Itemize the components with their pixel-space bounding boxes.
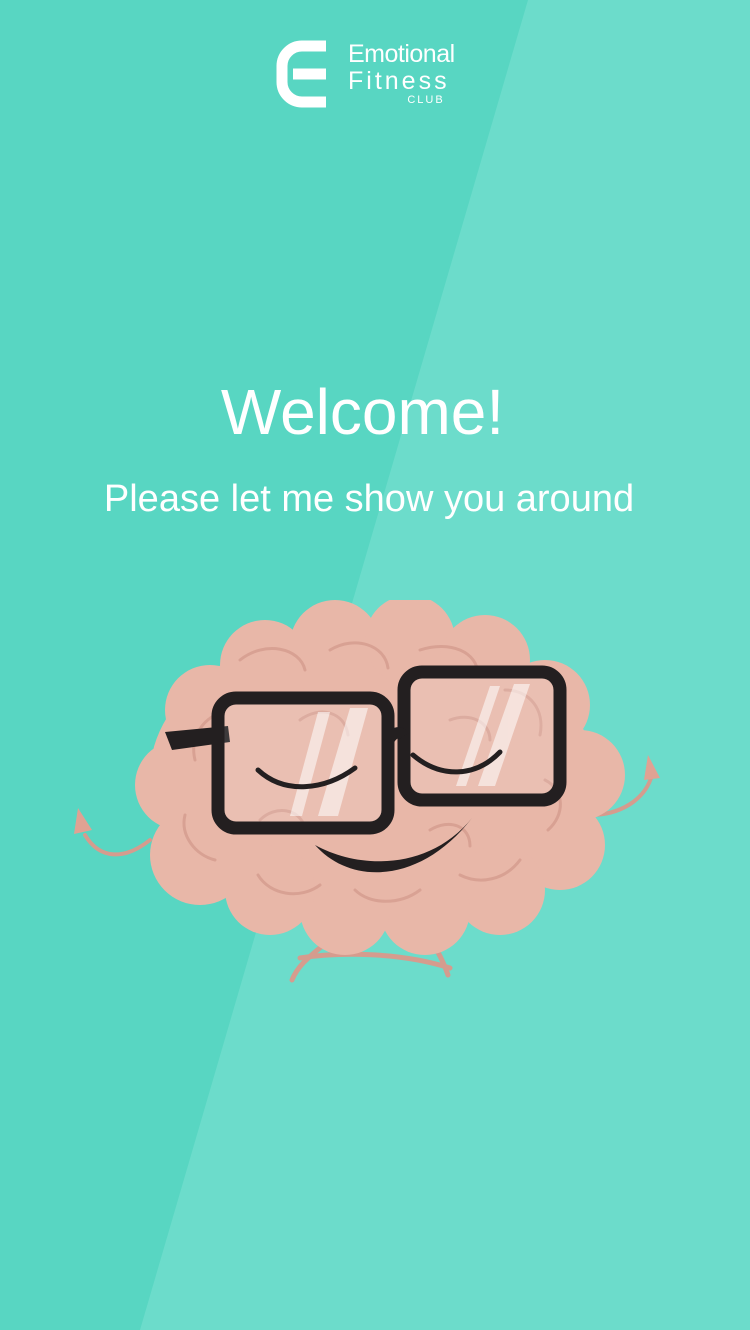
app-logo: Emotional Fitness CLUB [276, 40, 486, 112]
logo-line-fitness: Fitness [348, 67, 450, 95]
welcome-subtitle: Please let me show you around [103, 478, 635, 520]
e-monogram-icon [276, 40, 326, 108]
logo-line-club: CLUB [407, 94, 445, 106]
onboarding-screen: Emotional Fitness CLUB Welcome! Please l… [0, 0, 750, 1330]
logo-wordmark: Emotional Fitness CLUB [348, 40, 455, 106]
welcome-title: Welcome! [220, 376, 505, 448]
brain-with-glasses-icon [74, 600, 660, 983]
logo-line-emotional: Emotional [348, 40, 455, 68]
